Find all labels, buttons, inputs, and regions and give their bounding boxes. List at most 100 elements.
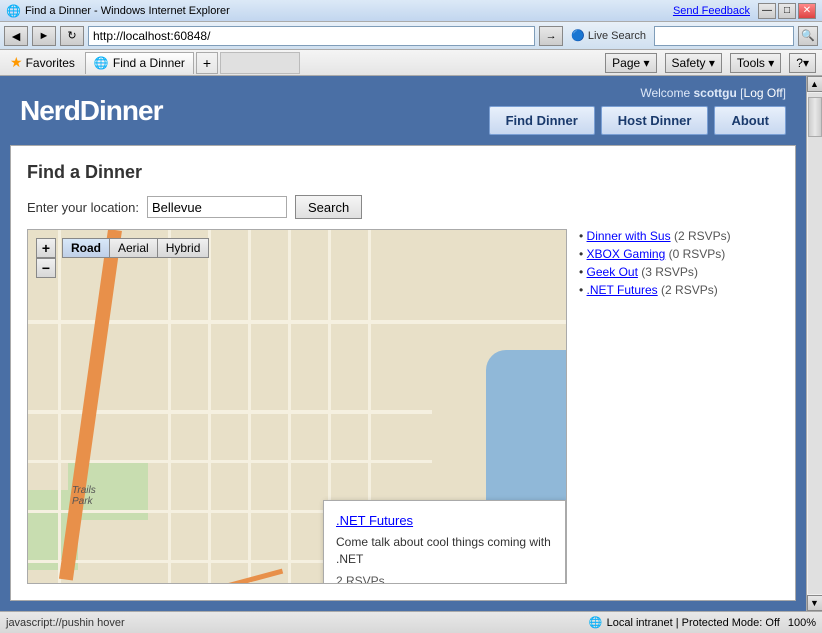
result-item-3: .NET Futures (2 RSVPs) xyxy=(579,283,779,297)
page-content: NerdDinner Welcome scottgu [Log Off] Fin… xyxy=(0,76,806,611)
road-v3 xyxy=(208,230,211,583)
scrollbar[interactable]: ▲ ▼ xyxy=(806,76,822,611)
site-wrapper: NerdDinner Welcome scottgu [Log Off] Fin… xyxy=(0,76,806,611)
scroll-up-button[interactable]: ▲ xyxy=(807,76,822,92)
location-row: Enter your location: Search xyxy=(27,195,779,219)
back-button[interactable]: ◄ xyxy=(4,26,28,46)
road-v2 xyxy=(168,230,171,583)
safety-menu[interactable]: Safety ▾ xyxy=(665,53,722,73)
toolbar-right: Page ▾ Safety ▾ Tools ▾ ?▾ xyxy=(605,53,816,73)
help-menu[interactable]: ?▾ xyxy=(789,53,816,73)
status-bar: javascript://pushin hover 🌐 Local intran… xyxy=(0,611,822,633)
trails-park-label: TrailsPark xyxy=(72,485,96,507)
result-item-2: Geek Out (3 RSVPs) xyxy=(579,265,779,279)
about-nav-button[interactable]: About xyxy=(714,106,786,135)
live-search-label: 🔵 Live Search xyxy=(567,29,650,42)
search-button[interactable]: Search xyxy=(295,195,362,219)
zoom-out-button[interactable]: − xyxy=(36,258,56,278)
site-header-right: Welcome scottgu [Log Off] Find Dinner Ho… xyxy=(489,86,786,135)
nav-buttons: Find Dinner Host Dinner About xyxy=(489,106,786,135)
result-link-1[interactable]: XBOX Gaming xyxy=(587,247,666,261)
close-button[interactable]: ✕ xyxy=(798,3,816,19)
star-icon: ★ xyxy=(10,54,23,71)
scroll-down-button[interactable]: ▼ xyxy=(807,595,822,611)
popup-description: Come talk about cool things coming with … xyxy=(336,534,553,568)
rsvp-count-1: (0 RSVPs) xyxy=(669,247,726,261)
send-feedback-link[interactable]: Send Feedback xyxy=(673,5,750,17)
highway-road xyxy=(59,229,122,581)
result-link-3[interactable]: .NET Futures xyxy=(587,283,658,297)
map-container[interactable]: 520 TrailsPark MicrosoftVirtual Earth™ ©… xyxy=(27,229,567,584)
address-input[interactable] xyxy=(88,26,535,46)
window-controls: — □ ✕ xyxy=(758,3,816,19)
result-item-1: XBOX Gaming (0 RSVPs) xyxy=(579,247,779,261)
diagonal-road xyxy=(127,569,283,584)
status-text: javascript://pushin hover xyxy=(6,617,581,629)
tab-label: Find a Dinner xyxy=(113,56,185,70)
go-button[interactable]: → xyxy=(539,26,563,46)
status-zone: 🌐 Local intranet | Protected Mode: Off xyxy=(589,616,780,629)
logoff-link[interactable]: Log Off xyxy=(744,86,783,100)
minimize-button[interactable]: — xyxy=(758,3,776,19)
tools-menu[interactable]: Tools ▾ xyxy=(730,53,781,73)
tab-icon: 🌐 xyxy=(94,56,109,70)
rsvp-count-0: (2 RSVPs) xyxy=(674,229,731,243)
location-label: Enter your location: xyxy=(27,200,139,215)
site-logo: NerdDinner xyxy=(20,95,162,127)
popup-rsvp: 2 RSVPs xyxy=(336,574,553,584)
favorites-button[interactable]: ★ Favorites xyxy=(6,52,79,73)
welcome-prefix: Welcome xyxy=(640,86,693,100)
welcome-text: Welcome scottgu [Log Off] xyxy=(640,86,786,100)
address-bar: ◄ ► ↻ → 🔵 Live Search 🔍 xyxy=(0,22,822,50)
window-title: Find a Dinner - Windows Internet Explore… xyxy=(25,5,673,17)
map-and-results: 520 TrailsPark MicrosoftVirtual Earth™ ©… xyxy=(27,229,779,584)
tab-area: 🌐 Find a Dinner + xyxy=(85,52,599,74)
find-dinner-nav-button[interactable]: Find Dinner xyxy=(489,106,595,135)
map-type-aerial[interactable]: Aerial xyxy=(109,238,157,258)
page-menu[interactable]: Page ▾ xyxy=(605,53,656,73)
result-link-0[interactable]: Dinner with Sus xyxy=(587,229,671,243)
scrollbar-thumb[interactable] xyxy=(808,97,822,137)
zoom-level: 100% xyxy=(788,617,816,629)
main-wrapper: NerdDinner Welcome scottgu [Log Off] Fin… xyxy=(0,76,822,611)
location-input[interactable] xyxy=(147,196,287,218)
map-type-buttons: Road Aerial Hybrid xyxy=(62,238,209,258)
toolbar-bar: ★ Favorites 🌐 Find a Dinner + Page ▾ Saf… xyxy=(0,50,822,76)
map-type-road[interactable]: Road xyxy=(62,238,109,258)
map-controls: + − xyxy=(36,238,56,278)
zone-icon: 🌐 xyxy=(589,616,603,629)
scrollbar-track[interactable] xyxy=(808,93,822,594)
popup-title[interactable]: .NET Futures xyxy=(336,513,553,528)
live-search-input[interactable] xyxy=(654,26,794,46)
username: scottgu xyxy=(693,86,736,100)
site-header: NerdDinner Welcome scottgu [Log Off] Fin… xyxy=(0,76,806,145)
results-sidebar: Dinner with Sus (2 RSVPs) XBOX Gaming (0… xyxy=(579,229,779,584)
host-dinner-nav-button[interactable]: Host Dinner xyxy=(601,106,709,135)
result-link-2[interactable]: Geek Out xyxy=(587,265,638,279)
forward-button[interactable]: ► xyxy=(32,26,56,46)
site-main: Find a Dinner Enter your location: Searc… xyxy=(10,145,796,601)
tab-find-dinner[interactable]: 🌐 Find a Dinner xyxy=(85,52,194,74)
live-search-go[interactable]: 🔍 xyxy=(798,26,818,46)
results-list: Dinner with Sus (2 RSVPs) XBOX Gaming (0… xyxy=(579,229,779,297)
tab-placeholder xyxy=(220,52,300,74)
maximize-button[interactable]: □ xyxy=(778,3,796,19)
result-item-0: Dinner with Sus (2 RSVPs) xyxy=(579,229,779,243)
rsvp-count-3: (2 RSVPs) xyxy=(661,283,718,297)
map-type-hybrid[interactable]: Hybrid xyxy=(157,238,210,258)
refresh-button[interactable]: ↻ xyxy=(60,26,84,46)
road-v1 xyxy=(58,230,61,583)
separator2: ] xyxy=(783,86,786,100)
favorites-label: Favorites xyxy=(26,56,75,70)
map-popup: .NET Futures Come talk about cool things… xyxy=(323,500,566,584)
road-v4 xyxy=(248,230,251,583)
new-tab-button[interactable]: + xyxy=(196,52,218,74)
zone-text: Local intranet | Protected Mode: Off xyxy=(607,617,780,629)
road-v5 xyxy=(288,230,291,583)
rsvp-count-2: (3 RSVPs) xyxy=(641,265,698,279)
zoom-in-button[interactable]: + xyxy=(36,238,56,258)
ie-icon: 🌐 xyxy=(6,4,21,18)
title-bar: 🌐 Find a Dinner - Windows Internet Explo… xyxy=(0,0,822,22)
map-background: 520 TrailsPark MicrosoftVirtual Earth™ ©… xyxy=(28,230,566,583)
page-title: Find a Dinner xyxy=(27,162,779,183)
